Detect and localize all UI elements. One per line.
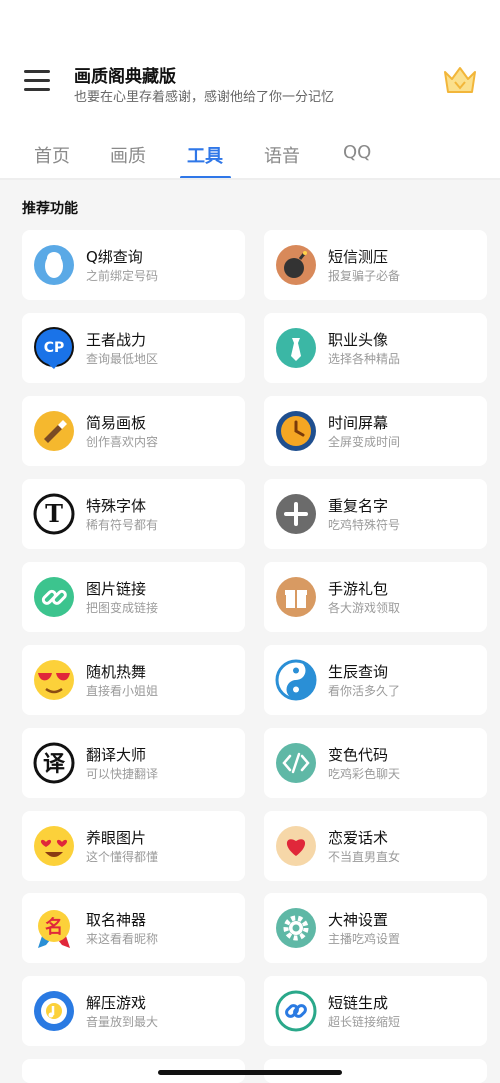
card-title: 特殊字体	[86, 497, 147, 515]
svg-text:译: 译	[43, 752, 66, 777]
section-title: 推荐功能	[22, 201, 78, 217]
card-subtitle: 查询最低地区	[86, 352, 159, 366]
feature-card-duplicate-name[interactable]: 重复名字 吃鸡特殊符号	[264, 479, 487, 549]
feature-card-game-gift[interactable]: 手游礼包 各大游戏领取	[264, 562, 487, 632]
card-title: 养眼图片	[86, 829, 147, 847]
gear-icon	[276, 908, 316, 948]
feature-card-relax-game[interactable]: 解压游戏 音量放到最大	[22, 976, 245, 1046]
feature-card-translate-master[interactable]: 译 翻译大师 可以快捷翻译	[22, 728, 245, 798]
tab-voice[interactable]: 语音	[264, 142, 300, 168]
feature-card-time-screen[interactable]: 时间屏幕 全屏变成时间	[264, 396, 487, 466]
feature-card-love-talk[interactable]: 恋爱话术 不当直男直女	[264, 811, 487, 881]
feature-card-honor-power[interactable]: CP 王者战力 查询最低地区	[22, 313, 245, 383]
card-subtitle: 可以快捷翻译	[86, 767, 159, 781]
card-title: 时间屏幕	[328, 414, 389, 432]
card-title: 重复名字	[328, 497, 389, 515]
gift-icon	[276, 577, 316, 617]
feature-card-eye-candy[interactable]: 养眼图片 这个懂得都懂	[22, 811, 245, 881]
card-subtitle: 主播吃鸡设置	[328, 932, 401, 946]
card-subtitle: 看你活多久了	[328, 684, 401, 698]
tab-bar: 首页 画质 工具 语音 QQ	[0, 136, 500, 180]
app-title: 画质阁典藏版	[74, 67, 176, 87]
bomb-icon	[276, 245, 316, 285]
name-medal-icon: 名	[38, 910, 70, 948]
card-subtitle: 超长链接缩短	[328, 1015, 401, 1029]
card-subtitle: 报复骗子必备	[328, 269, 401, 283]
card-subtitle: 创作喜欢内容	[86, 435, 159, 449]
code-icon	[276, 743, 316, 783]
card-title: 短链生成	[328, 994, 389, 1012]
app-root: 画质阁典藏版 也要在心里存着感谢，感谢他给了你一分记忆 首页 画质 工具 语音 …	[0, 0, 500, 1083]
feature-card-image-link[interactable]: 图片链接 把图变成链接	[22, 562, 245, 632]
feature-card-sms-stress[interactable]: 短信测压 报复骗子必备	[264, 230, 487, 300]
svg-text:名: 名	[45, 916, 63, 938]
card-title: 手游礼包	[328, 580, 389, 598]
card-title: 随机热舞	[86, 663, 147, 681]
card-subtitle: 吃鸡彩色聊天	[328, 767, 401, 781]
card-title: 生辰查询	[328, 663, 389, 681]
translate-icon: 译	[33, 742, 75, 784]
card-title: 简易画板	[86, 414, 147, 432]
feature-card-simple-canvas[interactable]: 简易画板 创作喜欢内容	[22, 396, 245, 466]
music-disc-icon	[34, 991, 74, 1031]
menu-icon[interactable]	[24, 70, 50, 92]
short-link-icon	[275, 990, 317, 1032]
brush-icon	[34, 411, 74, 451]
cp-badge-icon: CP	[34, 327, 74, 369]
divider	[0, 178, 500, 180]
card-title: 取名神器	[86, 911, 147, 929]
card-title: Q绑查询	[86, 248, 143, 266]
feature-card-qq-bind-lookup[interactable]: Q绑查询 之前绑定号码	[22, 230, 245, 300]
tab-tools[interactable]: 工具	[187, 142, 223, 168]
tie-icon	[276, 328, 316, 368]
feature-card-birthday-lookup[interactable]: 生辰查询 看你活多久了	[264, 645, 487, 715]
feature-card-special-font[interactable]: T 特殊字体 稀有符号都有	[22, 479, 245, 549]
tab-qq[interactable]: QQ	[343, 142, 371, 163]
card-subtitle: 选择各种精品	[328, 352, 401, 366]
top-bar: 画质阁典藏版 也要在心里存着感谢，感谢他给了你一分记忆 首页 画质 工具 语音 …	[0, 0, 500, 180]
card-title: 解压游戏	[86, 994, 147, 1012]
feature-card-pro-settings[interactable]: 大神设置 主播吃鸡设置	[264, 893, 487, 963]
feature-card-name-generator[interactable]: 名 取名神器 来这看看昵称	[22, 893, 245, 963]
card-subtitle: 全屏变成时间	[328, 435, 401, 449]
card-title: 图片链接	[86, 580, 147, 598]
link-icon	[34, 577, 74, 617]
qq-penguin-icon	[34, 245, 74, 285]
card-subtitle: 音量放到最大	[86, 1015, 159, 1029]
card-title: 大神设置	[328, 911, 389, 929]
clock-icon	[276, 411, 316, 451]
feature-card-pro-avatar[interactable]: 职业头像 选择各种精品	[264, 313, 487, 383]
card-subtitle: 不当直男直女	[328, 850, 401, 864]
tab-quality[interactable]: 画质	[110, 142, 146, 168]
card-title: 短信测压	[328, 248, 389, 266]
svg-text:T: T	[45, 499, 63, 528]
app-subtitle: 也要在心里存着感谢，感谢他给了你一分记忆	[74, 90, 335, 105]
heart-eyes-emoji-icon	[34, 826, 74, 866]
card-subtitle: 各大游戏领取	[328, 601, 401, 615]
card-subtitle: 把图变成链接	[86, 601, 159, 615]
card-title: 翻译大师	[86, 746, 147, 764]
home-indicator[interactable]	[158, 1070, 342, 1075]
feature-card-short-link[interactable]: 短链生成 超长链接缩短	[264, 976, 487, 1046]
font-t-icon: T	[33, 493, 75, 535]
card-title: 王者战力	[86, 331, 147, 349]
sunglasses-emoji-icon	[34, 660, 74, 700]
plus-icon	[276, 494, 316, 534]
crown-icon[interactable]	[442, 62, 478, 98]
card-subtitle: 稀有符号都有	[86, 518, 159, 532]
card-subtitle: 吃鸡特殊符号	[328, 518, 401, 532]
card-subtitle: 直接看小姐姐	[86, 684, 159, 698]
card-subtitle: 来这看看昵称	[86, 932, 159, 946]
feature-card-random-dance[interactable]: 随机热舞 直接看小姐姐	[22, 645, 245, 715]
yin-yang-icon	[275, 659, 317, 701]
card-title: 恋爱话术	[328, 829, 389, 847]
card-subtitle: 之前绑定号码	[86, 269, 159, 283]
tab-home[interactable]: 首页	[34, 142, 70, 168]
card-title: 职业头像	[328, 331, 389, 349]
heart-icon	[276, 826, 316, 866]
card-subtitle: 这个懂得都懂	[86, 850, 159, 864]
card-title: 变色代码	[328, 746, 389, 764]
feature-card-color-code[interactable]: 变色代码 吃鸡彩色聊天	[264, 728, 487, 798]
svg-text:CP: CP	[44, 340, 65, 356]
